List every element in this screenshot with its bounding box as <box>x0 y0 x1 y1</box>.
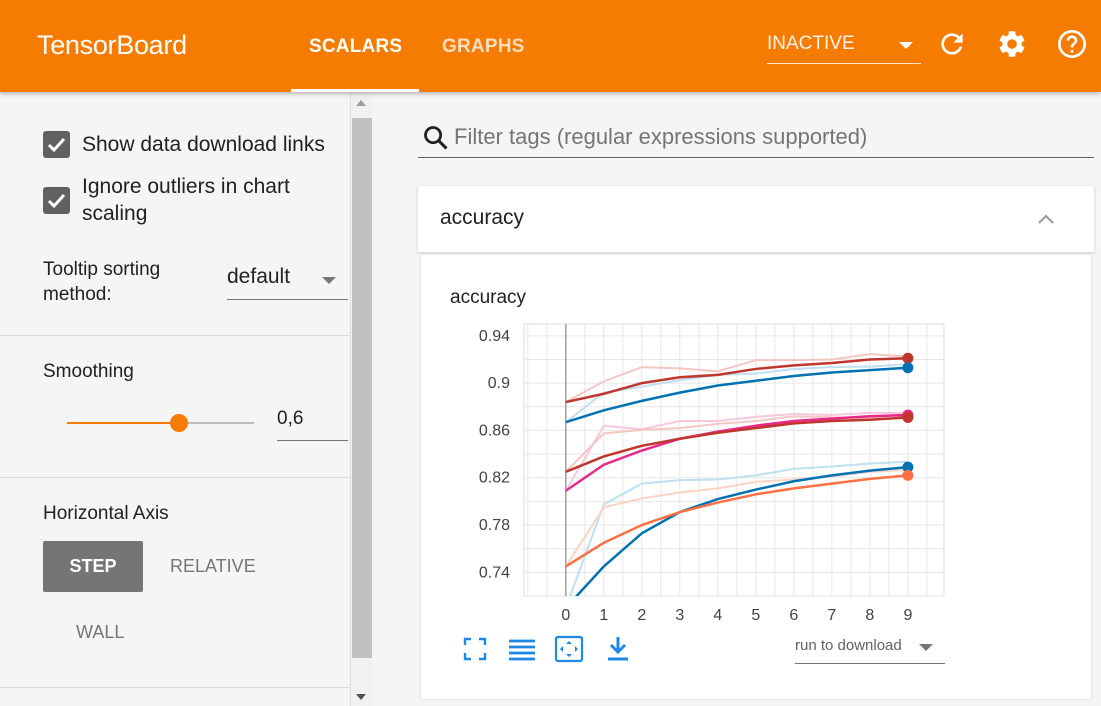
tag-filter <box>418 118 1094 158</box>
show-download-links-checkbox[interactable] <box>43 131 70 158</box>
tooltip-sorting-label: Tooltip sorting <box>43 259 161 280</box>
smoothing-slider-knob[interactable] <box>170 414 189 432</box>
scroll-up-arrow-icon[interactable] <box>356 100 366 106</box>
fullscreen-icon[interactable] <box>460 634 490 664</box>
smoothing-label: Smoothing <box>43 361 134 382</box>
tag-filter-input[interactable] <box>454 122 1084 152</box>
ignore-outliers-checkbox[interactable] <box>43 187 70 214</box>
x-tick-label: 0 <box>561 607 570 624</box>
refresh-icon[interactable] <box>936 28 968 60</box>
help-icon[interactable] <box>1056 28 1088 60</box>
x-tick-label: 6 <box>789 607 798 624</box>
tooltip-sorting-label-cont: method: <box>43 284 112 305</box>
x-tick-label: 2 <box>637 607 646 624</box>
top-app-bar: TensorBoard SCALARS GRAPHS INACTIVE <box>0 0 1101 92</box>
smoothing-input[interactable]: 0,6 <box>277 405 348 441</box>
run-status-select[interactable]: INACTIVE <box>767 30 921 64</box>
smoothing-slider-fill <box>67 422 180 424</box>
tab-graphs[interactable]: GRAPHS <box>442 36 525 58</box>
scroll-down-arrow-icon[interactable] <box>356 694 366 700</box>
x-tick-label: 1 <box>599 607 608 624</box>
sidebar-scrollbar[interactable] <box>350 92 372 706</box>
settings-icon[interactable] <box>996 28 1028 60</box>
category-header-accuracy[interactable]: accuracy <box>418 186 1094 252</box>
series-end-point <box>902 469 914 481</box>
run-download-value: run to download <box>795 637 902 654</box>
plot-area <box>523 323 945 597</box>
series-end-point <box>902 411 914 423</box>
y-tick-label: 0.78 <box>479 517 510 534</box>
series-end-point <box>902 352 914 364</box>
x-tick-label: 5 <box>751 607 760 624</box>
y-tick-label: 0.9 <box>488 375 510 392</box>
axis-relative-button[interactable]: RELATIVE <box>170 556 256 577</box>
app-title: TensorBoard <box>37 30 187 60</box>
x-tick-label: 3 <box>675 607 684 624</box>
ignore-outliers-label: Ignore outliers in chart <box>82 175 290 198</box>
divider <box>0 687 350 688</box>
toggle-y-log-icon[interactable] <box>507 634 537 664</box>
chevron-down-icon <box>899 42 913 49</box>
download-icon[interactable] <box>603 634 633 664</box>
check-icon <box>47 137 66 153</box>
run-download-select[interactable]: run to download <box>795 634 945 664</box>
horizontal-axis-label: Horizontal Axis <box>43 503 169 524</box>
scrollbar-thumb[interactable] <box>352 118 372 658</box>
smoothing-slider[interactable] <box>67 414 254 432</box>
fit-domain-icon[interactable] <box>554 634 584 664</box>
chevron-down-icon <box>919 644 933 651</box>
x-tick-label: 9 <box>903 607 912 624</box>
chevron-up-icon[interactable] <box>1036 210 1056 230</box>
chevron-down-icon <box>322 277 336 284</box>
divider <box>0 477 350 478</box>
run-status-value: INACTIVE <box>767 33 855 54</box>
show-download-links-label: Show data download links <box>82 133 325 156</box>
sidebar: Show data download links Ignore outliers… <box>0 92 350 706</box>
y-tick-label: 0.86 <box>479 422 510 439</box>
x-tick-label: 4 <box>713 607 722 624</box>
chart-title: accuracy <box>450 287 527 308</box>
tooltip-sorting-value: default <box>227 265 291 288</box>
check-icon <box>47 193 66 209</box>
y-tick-label: 0.82 <box>479 470 510 487</box>
axis-step-button[interactable]: STEP <box>43 541 143 592</box>
divider <box>0 335 350 336</box>
active-tab-indicator <box>291 89 419 92</box>
y-tick-label: 0.94 <box>479 328 510 345</box>
tab-scalars[interactable]: SCALARS <box>309 36 402 58</box>
x-tick-label: 7 <box>827 607 836 624</box>
series-end-point <box>902 362 914 374</box>
y-tick-label: 0.74 <box>479 564 510 581</box>
category-title: accuracy <box>440 206 525 229</box>
ignore-outliers-label-cont: scaling <box>82 202 148 225</box>
accuracy-chart[interactable]: 0.74 0.78 0.82 0.86 0.9 0.94 0 1 2 3 4 5 6 7 8 9 <box>440 310 960 630</box>
x-tick-label: 8 <box>865 607 874 624</box>
search-icon <box>424 126 448 150</box>
axis-wall-button[interactable]: WALL <box>76 622 124 643</box>
tooltip-sorting-select[interactable]: default <box>227 262 348 300</box>
